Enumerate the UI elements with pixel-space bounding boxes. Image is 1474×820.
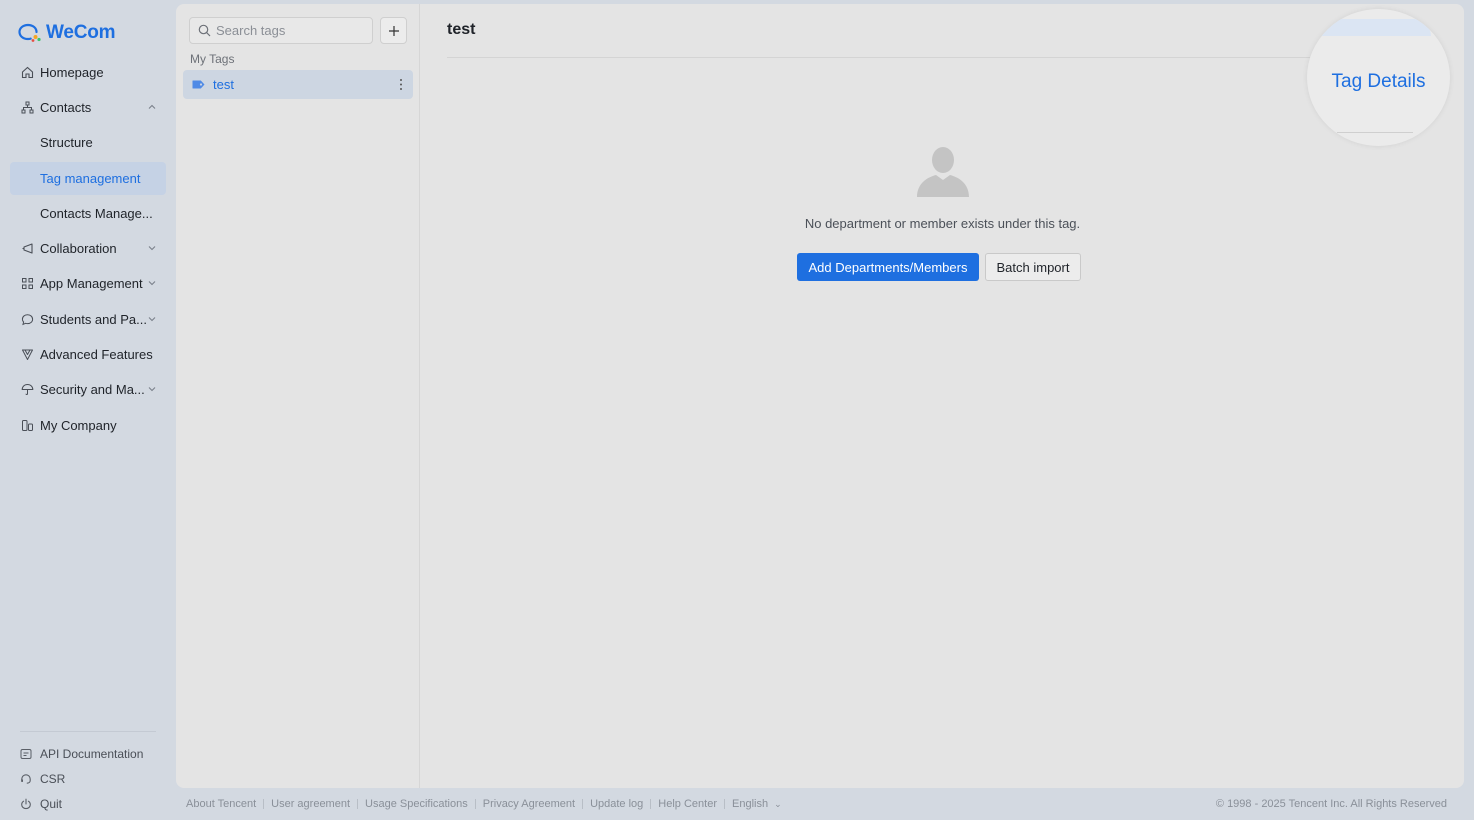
footer-separator [650, 799, 652, 809]
sidebar-item-structure[interactable]: Structure [10, 126, 166, 159]
sidebar-item-my-company[interactable]: My Company [10, 409, 166, 442]
footer-link-user-agreement[interactable]: User agreement [271, 798, 350, 810]
sidebar-item-label: My Company [40, 418, 117, 433]
footer-separator [582, 799, 584, 809]
search-icon [198, 24, 211, 37]
sidebar-item-label: Advanced Features [40, 347, 153, 362]
footer-link-help-center[interactable]: Help Center [658, 798, 717, 810]
sidebar-item-label: Contacts [40, 100, 92, 115]
add-departments-members-button[interactable]: Add Departments/Members [797, 253, 979, 281]
sidebar-item-label: Students and Pa... [40, 312, 147, 327]
csr-link[interactable]: CSR [20, 769, 65, 789]
sidebar-item-contacts-manager[interactable]: Contacts Manage... [10, 197, 166, 230]
add-tag-button[interactable] [380, 17, 407, 44]
magnifier-underline [1337, 132, 1413, 133]
sidebar-item-label: Collaboration [40, 241, 117, 256]
chevron-down-icon[interactable] [146, 313, 158, 325]
apps-grid-icon [20, 277, 34, 291]
quit-link[interactable]: Quit [20, 794, 62, 814]
search-tags-input[interactable] [216, 23, 366, 38]
sidebar-divider [20, 731, 156, 732]
chevron-down-icon[interactable] [146, 242, 158, 254]
advanced-features-icon [20, 348, 34, 362]
footer-link-privacy-agreement[interactable]: Privacy Agreement [483, 798, 575, 810]
tag-detail-pane: test No department or member exists unde… [421, 4, 1464, 788]
more-options-icon[interactable] [399, 78, 403, 91]
main-panel: My Tags test test No department or membe… [176, 4, 1464, 788]
api-doc-icon [20, 748, 33, 761]
power-icon [20, 798, 33, 811]
sidebar-item-label: Security and Ma... [40, 382, 145, 397]
chevron-up-icon[interactable] [146, 101, 158, 113]
title-divider [447, 57, 1437, 58]
language-selector[interactable]: English [732, 798, 768, 810]
logo-text: WeCom [46, 22, 116, 43]
company-building-icon [20, 419, 34, 433]
collaboration-icon [20, 242, 34, 256]
footer-link-about-tencent[interactable]: About Tencent [186, 798, 256, 810]
footer-separator [724, 799, 725, 809]
tag-details-tab[interactable]: Tag Details [1307, 71, 1450, 93]
wecom-logo-icon [18, 23, 41, 42]
org-chart-icon [20, 101, 34, 115]
language-chevron-down-icon[interactable]: ⌄ [774, 799, 782, 810]
empty-state-text: No department or member exists under thi… [804, 216, 1081, 231]
sidebar-item-tag-management[interactable]: Tag management [10, 162, 166, 195]
chevron-down-icon[interactable] [146, 277, 158, 289]
sidebar-item-students-and-parents[interactable]: Students and Pa... [10, 303, 166, 336]
tag-details-magnifier[interactable]: Tag Details [1307, 9, 1450, 146]
footer-link-usage-specifications[interactable]: Usage Specifications [365, 798, 468, 810]
page-footer: About Tencent User agreement Usage Speci… [186, 796, 782, 812]
sidebar-item-contacts[interactable]: Contacts [10, 91, 166, 124]
batch-import-button[interactable]: Batch import [985, 253, 1081, 281]
sidebar: WeCom Homepage Contacts Structure Tag ma… [0, 0, 176, 820]
headset-icon [20, 773, 33, 786]
tag-icon [192, 80, 205, 89]
api-documentation-label: API Documentation [40, 747, 144, 761]
sidebar-item-security-and-management[interactable]: Security and Ma... [10, 373, 166, 406]
footer-separator [263, 799, 265, 809]
footer-separator [357, 799, 359, 809]
sidebar-item-label: Tag management [40, 171, 141, 186]
sidebar-item-advanced-features[interactable]: Advanced Features [10, 338, 166, 371]
my-tags-heading: My Tags [190, 52, 235, 66]
tag-list-item[interactable]: test [183, 70, 413, 99]
empty-user-icon [917, 147, 969, 197]
sidebar-item-homepage[interactable]: Homepage [10, 56, 166, 89]
sidebar-item-app-management[interactable]: App Management [10, 267, 166, 300]
umbrella-icon [20, 383, 34, 397]
copyright-text: © 1998 - 2025 Tencent Inc. All Rights Re… [1215, 798, 1447, 810]
csr-label: CSR [40, 772, 66, 786]
footer-link-update-log[interactable]: Update log [590, 798, 643, 810]
sidebar-item-collaboration[interactable]: Collaboration [10, 232, 166, 265]
wecom-logo[interactable]: WeCom [18, 20, 116, 46]
sidebar-item-label: App Management [40, 276, 143, 291]
chevron-down-icon[interactable] [146, 383, 158, 395]
page-title: test [447, 21, 476, 38]
search-box[interactable] [189, 17, 373, 44]
sidebar-item-label: Contacts Manage... [40, 206, 153, 221]
tag-name: test [213, 77, 234, 92]
sidebar-item-label: Homepage [40, 65, 104, 80]
tags-pane: My Tags test [176, 4, 420, 788]
api-documentation-link[interactable]: API Documentation [20, 744, 143, 764]
sidebar-item-label: Structure [40, 135, 93, 150]
home-icon [20, 66, 34, 80]
chat-bubble-icon [20, 313, 34, 327]
footer-separator [474, 799, 476, 809]
magnifier-band [1321, 19, 1431, 36]
plus-icon [388, 25, 399, 36]
quit-label: Quit [40, 797, 63, 811]
